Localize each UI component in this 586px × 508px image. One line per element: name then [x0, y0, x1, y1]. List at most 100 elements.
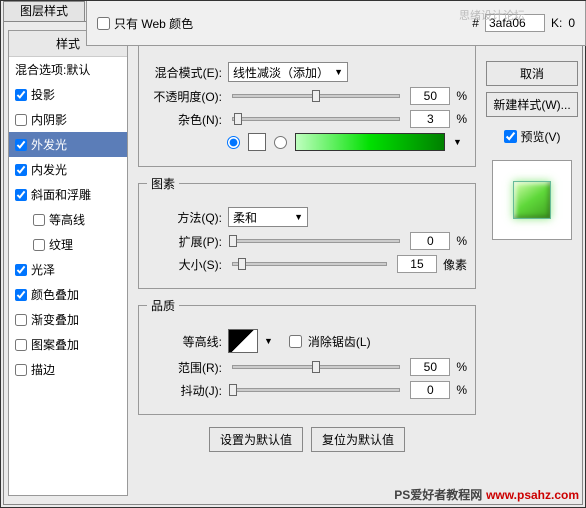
default-buttons-row: 设置为默认值 复位为默认值 — [138, 427, 476, 452]
size-label: 大小(S): — [147, 256, 222, 273]
jitter-label: 抖动(J): — [147, 382, 222, 399]
jitter-input[interactable] — [410, 381, 450, 399]
elements-legend: 图素 — [147, 175, 179, 192]
dialog-title-tab: 图层样式 — [3, 1, 85, 21]
noise-label: 杂色(N): — [147, 111, 222, 128]
k-value: 0 — [568, 16, 575, 30]
right-column: 确定 取消 新建样式(W)... 预览(V) — [482, 22, 582, 504]
technique-value: 柔和 — [233, 209, 257, 226]
range-label: 范围(R): — [147, 359, 222, 376]
spread-slider[interactable] — [232, 239, 400, 243]
chevron-down-icon[interactable]: ▼ — [453, 137, 462, 147]
layer-style-dialog: 图层样式 只有 Web 颜色 # K: 0 思绪设计论坛 样式 混合选项:默认 … — [0, 0, 586, 508]
quality-legend: 品质 — [147, 297, 179, 314]
sidebar-item-label: 图案叠加 — [31, 336, 79, 353]
sidebar-item[interactable]: 外发光 — [9, 132, 127, 157]
sidebar-item-label: 内阴影 — [31, 111, 67, 128]
preview-label: 预览(V) — [521, 128, 561, 145]
center-panel: 结构 混合模式(E): 线性减淡（添加） ▼ 不透明度(O): % 杂色(N): — [132, 22, 482, 504]
k-label: K: — [551, 16, 562, 30]
sidebar-item[interactable]: 描边 — [9, 357, 127, 382]
sidebar-item-label: 斜面和浮雕 — [31, 186, 91, 203]
preview-swatch — [492, 160, 572, 240]
antialias-checkbox[interactable] — [289, 335, 302, 348]
opacity-label: 不透明度(O): — [147, 88, 222, 105]
sidebar-item[interactable]: 斜面和浮雕 — [9, 182, 127, 207]
sidebar-item[interactable]: 颜色叠加 — [9, 282, 127, 307]
technique-label: 方法(Q): — [147, 209, 222, 226]
cancel-button[interactable]: 取消 — [486, 61, 578, 86]
noise-input[interactable] — [410, 110, 450, 128]
color-swatch[interactable] — [248, 133, 266, 151]
style-checkbox[interactable] — [15, 339, 27, 351]
style-checkbox[interactable] — [15, 139, 27, 151]
new-style-button[interactable]: 新建样式(W)... — [486, 92, 578, 117]
size-input[interactable] — [397, 255, 437, 273]
sidebar-item[interactable]: 纹理 — [9, 232, 127, 257]
style-checkbox[interactable] — [15, 89, 27, 101]
reset-default-button[interactable]: 复位为默认值 — [311, 427, 405, 452]
sidebar-item[interactable]: 等高线 — [9, 207, 127, 232]
style-checkbox[interactable] — [15, 314, 27, 326]
sidebar-item-label: 内发光 — [31, 161, 67, 178]
contour-picker[interactable] — [228, 329, 258, 353]
noise-unit: % — [456, 112, 467, 126]
preview-checkbox[interactable] — [504, 130, 517, 143]
style-checkbox[interactable] — [15, 264, 27, 276]
sidebar-item-label: 颜色叠加 — [31, 286, 79, 303]
watermark-site: PS爱好者教程网 www.psahz.com — [394, 486, 579, 503]
antialias-label: 消除锯齿(L) — [308, 333, 371, 350]
noise-slider[interactable] — [232, 117, 400, 121]
gradient-picker[interactable] — [295, 133, 445, 151]
style-checkbox[interactable] — [33, 239, 45, 251]
set-default-button[interactable]: 设置为默认值 — [209, 427, 303, 452]
size-unit: 像素 — [443, 256, 467, 273]
size-slider[interactable] — [232, 262, 387, 266]
contour-label: 等高线: — [147, 333, 222, 350]
sidebar-item[interactable]: 渐变叠加 — [9, 307, 127, 332]
spread-input[interactable] — [410, 232, 450, 250]
jitter-slider[interactable] — [232, 388, 400, 392]
sidebar-item-label: 描边 — [31, 361, 55, 378]
blend-mode-select[interactable]: 线性减淡（添加） ▼ — [228, 62, 348, 82]
sidebar-item[interactable]: 内发光 — [9, 157, 127, 182]
style-checkbox[interactable] — [15, 364, 27, 376]
technique-select[interactable]: 柔和 ▼ — [228, 207, 308, 227]
preview-cube-icon — [513, 181, 551, 219]
main-panel: 样式 混合选项:默认 投影内阴影外发光内发光斜面和浮雕等高线纹理光泽颜色叠加渐变… — [3, 21, 583, 505]
style-checkbox[interactable] — [15, 289, 27, 301]
style-checkbox[interactable] — [15, 164, 27, 176]
web-colors-label: 只有 Web 颜色 — [114, 15, 193, 32]
sidebar-blend-options[interactable]: 混合选项:默认 — [9, 57, 127, 82]
opacity-input[interactable] — [410, 87, 450, 105]
sidebar-item[interactable]: 内阴影 — [9, 107, 127, 132]
sidebar-item-label: 等高线 — [49, 211, 85, 228]
sidebar-item-label: 投影 — [31, 86, 55, 103]
opacity-slider[interactable] — [232, 94, 400, 98]
range-input[interactable] — [410, 358, 450, 376]
sidebar-item-label: 外发光 — [31, 136, 67, 153]
sidebar-item-label: 光泽 — [31, 261, 55, 278]
sidebar-item[interactable]: 图案叠加 — [9, 332, 127, 357]
sidebar-item[interactable]: 光泽 — [9, 257, 127, 282]
range-unit: % — [456, 360, 467, 374]
blend-mode-label: 混合模式(E): — [147, 64, 222, 81]
color-source-radio[interactable] — [227, 136, 240, 149]
chevron-down-icon: ▼ — [334, 67, 343, 77]
styles-sidebar: 样式 混合选项:默认 投影内阴影外发光内发光斜面和浮雕等高线纹理光泽颜色叠加渐变… — [8, 30, 128, 496]
gradient-source-radio[interactable] — [274, 136, 287, 149]
style-checkbox[interactable] — [15, 189, 27, 201]
spread-unit: % — [456, 234, 467, 248]
spread-label: 扩展(P): — [147, 233, 222, 250]
style-checkbox[interactable] — [33, 214, 45, 226]
chevron-down-icon[interactable]: ▼ — [264, 336, 273, 346]
jitter-unit: % — [456, 383, 467, 397]
opacity-unit: % — [456, 89, 467, 103]
range-slider[interactable] — [232, 365, 400, 369]
blend-mode-value: 线性减淡（添加） — [233, 64, 329, 81]
style-checkbox[interactable] — [15, 114, 27, 126]
elements-group: 图素 方法(Q): 柔和 ▼ 扩展(P): % 大小(S): — [138, 175, 476, 289]
web-colors-checkbox[interactable] — [97, 17, 110, 30]
watermark-forum: 思绪设计论坛 — [459, 7, 525, 23]
sidebar-item[interactable]: 投影 — [9, 82, 127, 107]
